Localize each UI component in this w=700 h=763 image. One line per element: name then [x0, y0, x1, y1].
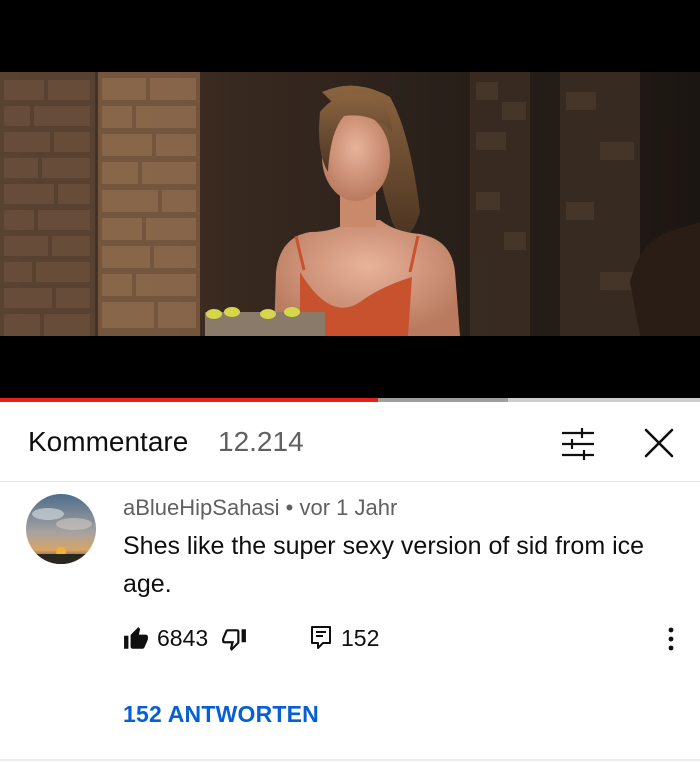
reply-button[interactable] [309, 625, 333, 651]
avatar-sunset-image [26, 494, 96, 564]
video-frame[interactable] [0, 72, 700, 336]
thumbs-up-filled-icon [124, 627, 148, 649]
reply-comment-icon [311, 626, 331, 649]
comment-text: Shes like the super sexy version of sid … [123, 532, 645, 598]
sort-filter-button[interactable] [558, 424, 598, 464]
video-player[interactable] [0, 0, 700, 398]
view-replies-link[interactable]: 152 ANTWORTEN [123, 701, 319, 728]
comment-actions: 6843 152 [123, 623, 683, 655]
close-comments-button[interactable] [638, 422, 680, 464]
comments-title: Kommentare [28, 426, 189, 457]
close-icon [644, 428, 674, 458]
sliders-filter-icon [562, 428, 594, 460]
comment-time: vor 1 Jahr [299, 495, 398, 520]
reply-count: 152 [341, 625, 380, 651]
like-button[interactable] [123, 626, 149, 652]
comments-header: Kommentare 12.214 [0, 402, 700, 482]
more-actions-button[interactable] [659, 625, 683, 653]
dislike-button[interactable] [221, 626, 247, 652]
meta-separator: • [285, 495, 294, 520]
comment-item: aBlueHipSahasi • vor 1 Jahr Shes like th… [0, 483, 700, 761]
more-vertical-icon [668, 627, 674, 651]
thumbs-down-outline-icon [222, 629, 246, 651]
comment-meta: aBlueHipSahasi • vor 1 Jahr [123, 495, 397, 521]
divider [0, 759, 700, 761]
avatar[interactable] [26, 494, 96, 564]
comments-count: 12.214 [218, 426, 304, 457]
video-thumbnail-image [0, 72, 700, 336]
like-count: 6843 [157, 625, 209, 651]
comment-author[interactable]: aBlueHipSahasi [123, 495, 280, 520]
